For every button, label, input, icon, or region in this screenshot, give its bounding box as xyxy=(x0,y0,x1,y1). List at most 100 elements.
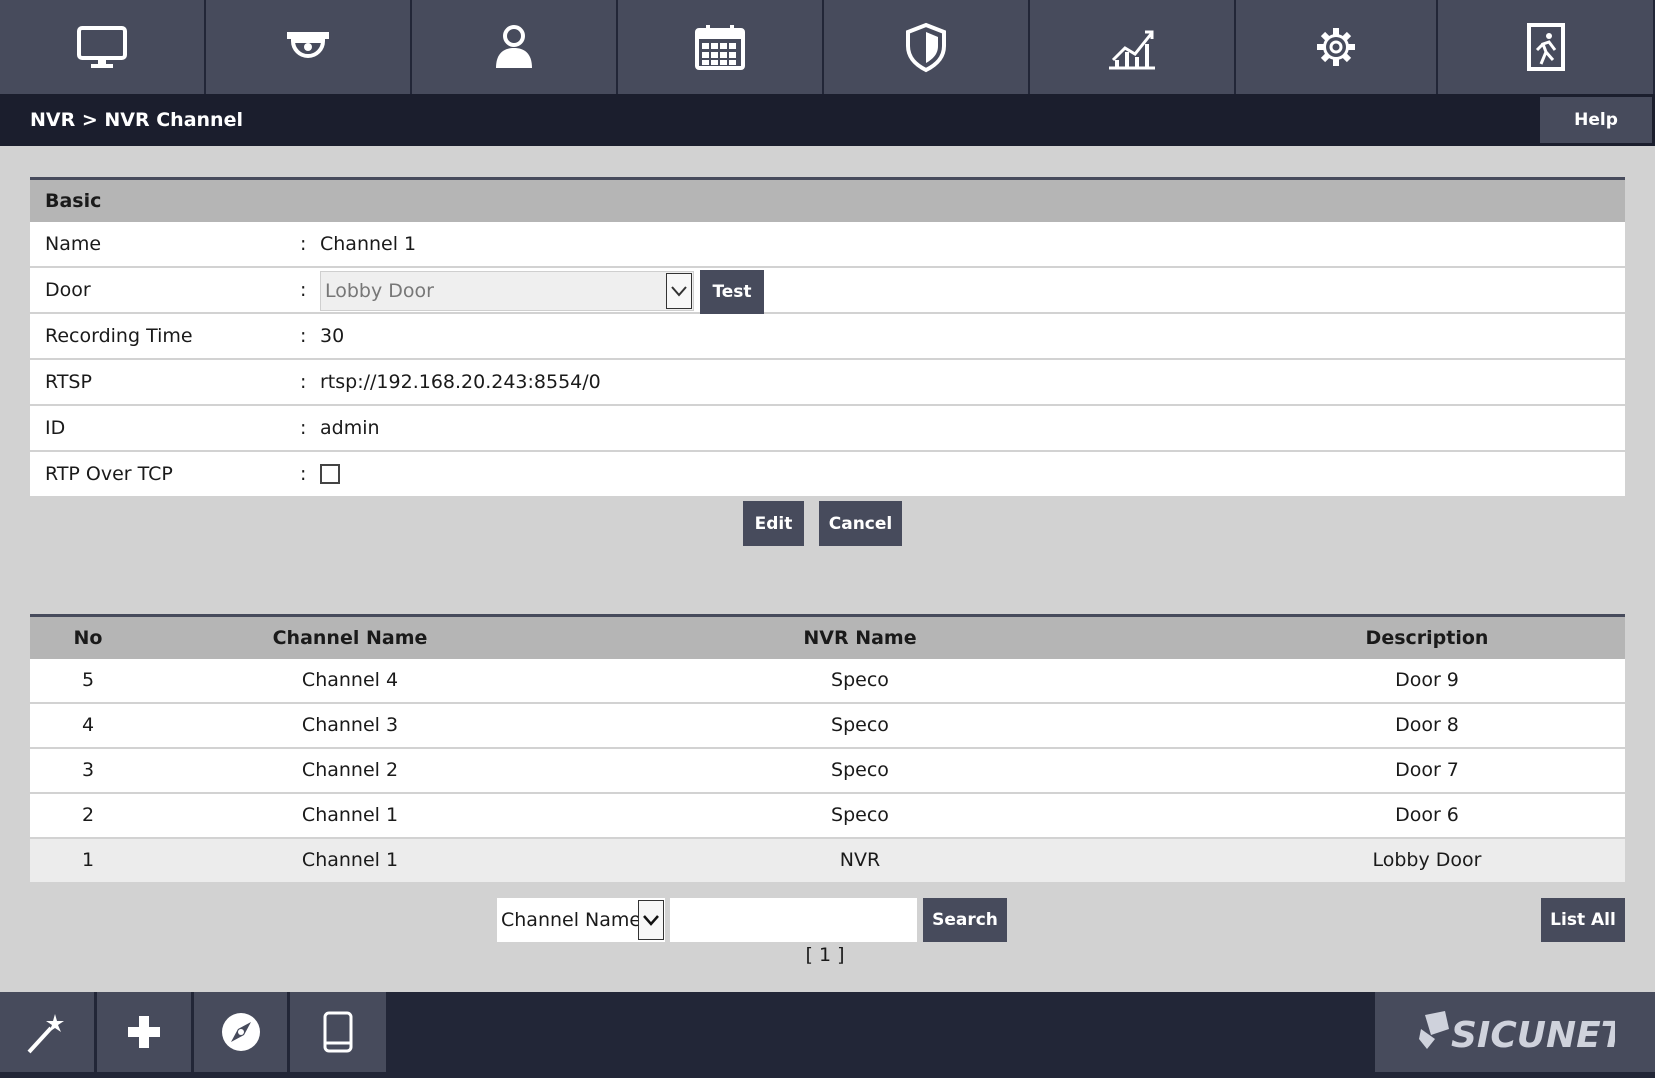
nav-security[interactable] xyxy=(824,0,1030,94)
colon: : xyxy=(300,233,307,255)
name-label: Name xyxy=(45,233,102,255)
field-row-rtsp: RTSP : rtsp://192.168.20.243:8554/0 xyxy=(30,360,1625,406)
cell-no: 3 xyxy=(81,759,95,781)
colon: : xyxy=(300,417,307,439)
add-button[interactable] xyxy=(97,992,191,1072)
cell-channel-name: Channel 4 xyxy=(301,669,399,691)
help-button[interactable]: Help xyxy=(1540,97,1652,143)
table-row-selected[interactable]: 1 Channel 1 NVR Lobby Door xyxy=(30,839,1625,882)
wizard-button[interactable] xyxy=(0,992,94,1072)
column-header-no[interactable]: No xyxy=(30,617,146,659)
magic-wand-icon xyxy=(27,1014,64,1054)
chevron-down-icon[interactable] xyxy=(638,900,664,940)
channel-table: No Channel Name NVR Name Description 5 C… xyxy=(30,614,1625,882)
nav-schedule[interactable] xyxy=(618,0,824,94)
cell-description: Lobby Door xyxy=(1372,849,1482,871)
field-row-name: Name : Channel 1 xyxy=(30,222,1625,268)
search-field-value: Channel Name xyxy=(501,909,642,931)
cell-channel-name: Channel 2 xyxy=(301,759,399,781)
table-row[interactable]: 3 Channel 2 Speco Door 7 xyxy=(30,749,1625,794)
recording-time-value: 30 xyxy=(320,325,345,347)
svg-text:SICUNET: SICUNET xyxy=(1451,1015,1615,1056)
colon: : xyxy=(300,325,307,347)
exit-door-icon xyxy=(1526,23,1565,71)
compass-icon xyxy=(221,1013,260,1051)
title-bar: NVR > NVR Channel Help xyxy=(0,94,1655,146)
column-header-description[interactable]: Description xyxy=(1166,617,1655,659)
list-all-button[interactable]: List All xyxy=(1541,898,1625,942)
name-value: Channel 1 xyxy=(320,233,417,255)
id-value: admin xyxy=(320,417,380,439)
rtp-over-tcp-label: RTP Over TCP xyxy=(45,463,173,485)
table-header: No Channel Name NVR Name Description xyxy=(30,617,1625,659)
door-select-value: Lobby Door xyxy=(325,280,434,302)
column-header-nvr-name[interactable]: NVR Name xyxy=(554,617,1166,659)
sicunet-logo: SICUNET xyxy=(1375,992,1655,1072)
camera-icon xyxy=(287,32,329,58)
cell-no: 4 xyxy=(81,714,95,736)
cell-nvr-name: Speco xyxy=(831,669,889,691)
field-row-rtp-over-tcp: RTP Over TCP : xyxy=(30,452,1625,496)
cancel-button[interactable]: Cancel xyxy=(819,501,902,546)
rtsp-value: rtsp://192.168.20.243:8554/0 xyxy=(320,371,601,393)
recording-time-label: Recording Time xyxy=(45,325,193,347)
search-field-select[interactable]: Channel Name xyxy=(497,898,665,942)
rtp-over-tcp-checkbox[interactable] xyxy=(320,464,340,484)
tablet-button[interactable] xyxy=(290,992,386,1072)
cell-channel-name: Channel 1 xyxy=(301,849,399,871)
nav-monitoring[interactable] xyxy=(0,0,206,94)
chevron-down-icon[interactable] xyxy=(666,273,692,309)
colon: : xyxy=(300,279,307,301)
user-icon xyxy=(496,25,532,68)
cell-channel-name: Channel 1 xyxy=(301,804,399,826)
field-row-id: ID : admin xyxy=(30,406,1625,452)
id-label: ID xyxy=(45,417,66,439)
calendar-icon xyxy=(695,25,745,70)
gear-icon xyxy=(1317,28,1355,66)
bottom-bar: SICUNET xyxy=(0,992,1655,1078)
colon: : xyxy=(300,463,307,485)
chart-icon xyxy=(1109,30,1155,70)
field-row-recording-time: Recording Time : 30 xyxy=(30,314,1625,360)
table-row[interactable]: 4 Channel 3 Speco Door 8 xyxy=(30,704,1625,749)
door-label: Door xyxy=(45,279,91,301)
cell-no: 1 xyxy=(81,849,95,871)
basic-form: Basic Name : Channel 1 Door : Lobby Door… xyxy=(30,177,1625,496)
nav-logout[interactable] xyxy=(1438,0,1653,94)
plus-icon xyxy=(128,1016,160,1048)
cell-description: Door 8 xyxy=(1395,714,1459,736)
search-button[interactable]: Search xyxy=(923,898,1007,942)
monitor-icon xyxy=(77,26,127,68)
top-navigation xyxy=(0,0,1655,94)
tablet-icon xyxy=(323,1011,353,1053)
section-title-basic: Basic xyxy=(30,180,1625,222)
nav-reports[interactable] xyxy=(1030,0,1236,94)
shield-icon xyxy=(906,22,946,73)
cell-description: Door 6 xyxy=(1395,804,1459,826)
cell-no: 5 xyxy=(81,669,95,691)
search-input[interactable] xyxy=(670,898,917,942)
nav-camera[interactable] xyxy=(206,0,412,94)
cell-description: Door 7 xyxy=(1395,759,1459,781)
cell-description: Door 9 xyxy=(1395,669,1459,691)
test-button[interactable]: Test xyxy=(700,270,764,314)
logo-mark-icon: SICUNET xyxy=(1419,1011,1615,1056)
field-row-door: Door : Lobby Door Test xyxy=(30,268,1625,314)
pagination[interactable]: [ 1 ] xyxy=(780,944,870,966)
breadcrumb: NVR > NVR Channel xyxy=(30,109,243,131)
cell-channel-name: Channel 3 xyxy=(301,714,399,736)
door-select[interactable]: Lobby Door xyxy=(320,271,694,311)
cell-no: 2 xyxy=(81,804,95,826)
cell-nvr-name: Speco xyxy=(831,804,889,826)
colon: : xyxy=(300,371,307,393)
rtsp-label: RTSP xyxy=(45,371,92,393)
compass-button[interactable] xyxy=(194,992,287,1072)
column-header-channel-name[interactable]: Channel Name xyxy=(146,617,554,659)
nav-settings[interactable] xyxy=(1236,0,1438,94)
cell-nvr-name: Speco xyxy=(831,759,889,781)
cell-nvr-name: Speco xyxy=(831,714,889,736)
table-row[interactable]: 5 Channel 4 Speco Door 9 xyxy=(30,659,1625,704)
table-row[interactable]: 2 Channel 1 Speco Door 6 xyxy=(30,794,1625,839)
edit-button[interactable]: Edit xyxy=(743,501,804,546)
nav-users[interactable] xyxy=(412,0,618,94)
